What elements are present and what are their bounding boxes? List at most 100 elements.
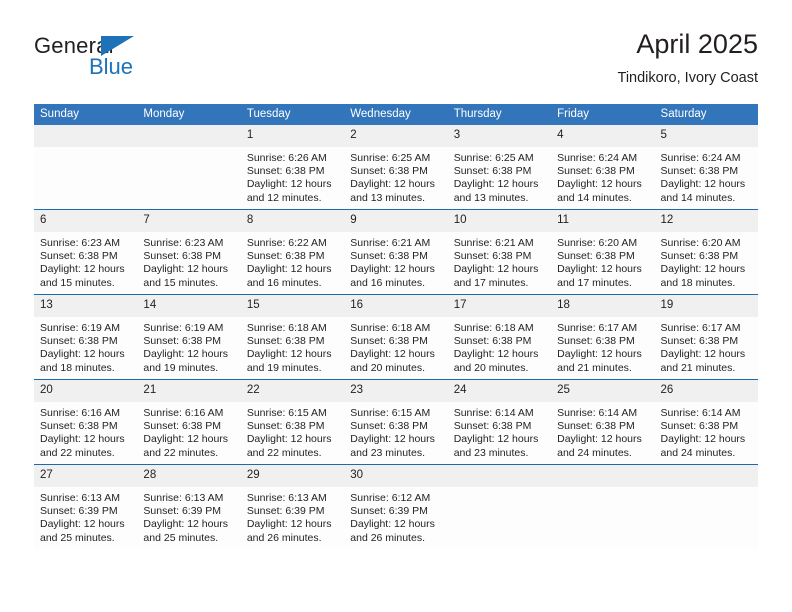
calendar-day-cell[interactable]: 7 Sunrise: 6:23 AM Sunset: 6:38 PM Daylight… xyxy=(137,209,241,295)
calendar-day-cell[interactable]: 23 Sunrise: 6:15 AM Sunset: 6:38 PM Dayligh… xyxy=(344,379,448,465)
sunrise-text: Sunrise: 6:14 AM xyxy=(453,407,534,419)
sunset-text: Sunset: 6:38 PM xyxy=(143,250,222,263)
calendar-day-cell[interactable]: 2 Sunrise: 6:25 AM Sunset: 6:38 PM Daylight… xyxy=(344,125,448,210)
day-number: 3 xyxy=(447,125,552,147)
calendar-day-cell[interactable]: 13 Sunrise: 6:19 AM Sunset: 6:38 PM Dayligh… xyxy=(34,294,138,380)
day-number xyxy=(551,465,655,487)
daylight-text-line2: and 18 minutes. xyxy=(660,276,736,289)
calendar-day-cell[interactable]: 28 Sunrise: 6:13 AM Sunset: 6:39 PM Dayligh… xyxy=(137,464,241,549)
calendar-day-cell[interactable]: 29 Sunrise: 6:13 AM Sunset: 6:39 PM Dayligh… xyxy=(240,464,345,549)
day-number: 30 xyxy=(344,465,448,487)
calendar-day-cell[interactable]: 22 Sunrise: 6:15 AM Sunset: 6:38 PM Dayligh… xyxy=(240,379,345,465)
calendar-day-cell[interactable]: 18 Sunrise: 6:17 AM Sunset: 6:38 PM Dayligh… xyxy=(551,294,655,380)
calendar-body: 1 Sunrise: 6:26 AM Sunset: 6:38 PM Daylight… xyxy=(34,125,758,549)
day-details: Sunrise: 6:14 AM Sunset: 6:38 PM Daylight:… xyxy=(448,402,551,460)
sunrise-text: Sunrise: 6:21 AM xyxy=(350,237,431,249)
day-details: Sunrise: 6:24 AM Sunset: 6:38 PM Daylight:… xyxy=(551,147,654,205)
calendar-day-cell[interactable]: 12 Sunrise: 6:20 AM Sunset: 6:38 PM Dayligh… xyxy=(654,209,758,295)
daylight-text-line1: Daylight: 12 hours xyxy=(143,518,229,531)
calendar-day-cell[interactable]: 4 Sunrise: 6:24 AM Sunset: 6:38 PM Daylight… xyxy=(551,125,655,210)
calendar-header-row: Sunday Monday Tuesday Wednesday Thursday… xyxy=(34,104,758,125)
daylight-text-line1: Daylight: 12 hours xyxy=(350,263,435,276)
daylight-text-line2: and 17 minutes. xyxy=(453,276,529,289)
sunrise-text: Sunrise: 6:15 AM xyxy=(350,407,431,419)
daylight-text-line2: and 26 minutes. xyxy=(350,531,425,544)
calendar-day-cell[interactable]: 5 Sunrise: 6:24 AM Sunset: 6:38 PM Daylight… xyxy=(654,125,758,210)
calendar-day-cell[interactable]: 6 Sunrise: 6:23 AM Sunset: 6:38 PM Daylight… xyxy=(34,209,138,295)
calendar-day-cell[interactable]: 10 Sunrise: 6:21 AM Sunset: 6:38 PM Dayligh… xyxy=(447,209,552,295)
daylight-text-line1: Daylight: 12 hours xyxy=(557,348,642,361)
sunset-text: Sunset: 6:39 PM xyxy=(246,505,325,518)
daylight-text-line1: Daylight: 12 hours xyxy=(660,348,746,361)
calendar-day-cell[interactable]: 1 Sunrise: 6:26 AM Sunset: 6:38 PM Daylight… xyxy=(240,125,345,210)
day-details: Sunrise: 6:17 AM Sunset: 6:38 PM Daylight:… xyxy=(655,317,758,375)
calendar-day-cell[interactable]: 30 Sunrise: 6:12 AM Sunset: 6:39 PM Dayligh… xyxy=(344,464,448,549)
calendar-day-cell[interactable]: 11 Sunrise: 6:20 AM Sunset: 6:38 PM Dayligh… xyxy=(551,209,655,295)
daylight-text-line1: Daylight: 12 hours xyxy=(557,433,642,446)
day-number xyxy=(447,465,552,487)
calendar-day-cell[interactable]: 27 Sunrise: 6:13 AM Sunset: 6:39 PM Dayligh… xyxy=(34,464,138,549)
daylight-text-line1: Daylight: 12 hours xyxy=(246,178,332,191)
sunrise-text: Sunrise: 6:18 AM xyxy=(350,322,431,334)
general-blue-logo[interactable]: General Blue xyxy=(34,34,244,90)
sunrise-text: Sunrise: 6:26 AM xyxy=(246,152,327,164)
sunrise-text: Sunrise: 6:17 AM xyxy=(660,322,741,334)
sunrise-text: Sunrise: 6:24 AM xyxy=(660,152,741,164)
calendar-cell-empty xyxy=(551,464,655,549)
daylight-text-line2: and 22 minutes. xyxy=(40,446,115,459)
calendar-page: General Blue April 2025 Tindikoro, Ivory… xyxy=(0,0,792,612)
day-details: Sunrise: 6:14 AM Sunset: 6:38 PM Daylight:… xyxy=(551,402,654,460)
sunset-text: Sunset: 6:38 PM xyxy=(40,335,118,348)
daylight-text-line1: Daylight: 12 hours xyxy=(246,263,332,276)
sunrise-text: Sunrise: 6:23 AM xyxy=(143,237,224,249)
sunrise-text: Sunrise: 6:14 AM xyxy=(557,407,638,419)
calendar-day-cell[interactable]: 17 Sunrise: 6:18 AM Sunset: 6:38 PM Dayligh… xyxy=(447,294,552,380)
sunset-text: Sunset: 6:38 PM xyxy=(143,335,222,348)
calendar-week-row: 13 Sunrise: 6:19 AM Sunset: 6:38 PM Dayligh… xyxy=(34,294,758,380)
daylight-text-line2: and 13 minutes. xyxy=(453,191,529,204)
sunrise-text: Sunrise: 6:13 AM xyxy=(246,492,327,504)
daylight-text-line1: Daylight: 12 hours xyxy=(350,178,435,191)
sunrise-text: Sunrise: 6:12 AM xyxy=(350,492,431,504)
daylight-text-line1: Daylight: 12 hours xyxy=(246,348,332,361)
daylight-text-line1: Daylight: 12 hours xyxy=(143,348,229,361)
calendar-day-cell[interactable]: 21 Sunrise: 6:16 AM Sunset: 6:38 PM Dayligh… xyxy=(137,379,241,465)
calendar-day-cell[interactable]: 9 Sunrise: 6:21 AM Sunset: 6:38 PM Daylight… xyxy=(344,209,448,295)
day-details: Sunrise: 6:13 AM Sunset: 6:39 PM Daylight:… xyxy=(34,487,137,545)
calendar-day-cell[interactable]: 24 Sunrise: 6:14 AM Sunset: 6:38 PM Dayligh… xyxy=(447,379,552,465)
calendar-cell-empty xyxy=(654,464,758,549)
sunset-text: Sunset: 6:38 PM xyxy=(453,250,532,263)
calendar-day-cell[interactable]: 15 Sunrise: 6:18 AM Sunset: 6:38 PM Dayligh… xyxy=(240,294,345,380)
calendar-day-cell[interactable]: 25 Sunrise: 6:14 AM Sunset: 6:38 PM Dayligh… xyxy=(551,379,655,465)
day-number: 16 xyxy=(344,295,448,317)
day-number: 6 xyxy=(34,210,138,232)
sunset-text: Sunset: 6:38 PM xyxy=(350,250,428,263)
sunset-text: Sunset: 6:38 PM xyxy=(453,420,532,433)
calendar-day-cell[interactable]: 14 Sunrise: 6:19 AM Sunset: 6:38 PM Dayligh… xyxy=(137,294,241,380)
calendar-day-cell[interactable]: 3 Sunrise: 6:25 AM Sunset: 6:38 PM Daylight… xyxy=(447,125,552,210)
day-details: Sunrise: 6:21 AM Sunset: 6:38 PM Daylight:… xyxy=(448,232,551,290)
day-number: 25 xyxy=(551,380,655,402)
day-number: 28 xyxy=(137,465,241,487)
calendar-cell-empty xyxy=(137,125,241,210)
daylight-text-line2: and 15 minutes. xyxy=(143,276,219,289)
day-details: Sunrise: 6:15 AM Sunset: 6:38 PM Daylight:… xyxy=(241,402,344,460)
day-number: 26 xyxy=(654,380,758,402)
weekday-header-thursday: Thursday xyxy=(447,104,552,125)
calendar-day-cell[interactable]: 8 Sunrise: 6:22 AM Sunset: 6:38 PM Daylight… xyxy=(240,209,345,295)
calendar-day-cell[interactable]: 20 Sunrise: 6:16 AM Sunset: 6:38 PM Dayligh… xyxy=(34,379,138,465)
daylight-text-line2: and 20 minutes. xyxy=(350,361,425,374)
day-details: Sunrise: 6:14 AM Sunset: 6:38 PM Daylight:… xyxy=(655,402,758,460)
sunset-text: Sunset: 6:38 PM xyxy=(40,420,118,433)
sunset-text: Sunset: 6:38 PM xyxy=(246,420,325,433)
day-number: 20 xyxy=(34,380,138,402)
day-details: Sunrise: 6:19 AM Sunset: 6:38 PM Daylight:… xyxy=(34,317,137,375)
calendar-day-cell[interactable]: 19 Sunrise: 6:17 AM Sunset: 6:38 PM Dayligh… xyxy=(654,294,758,380)
calendar-day-cell[interactable]: 26 Sunrise: 6:14 AM Sunset: 6:38 PM Dayligh… xyxy=(654,379,758,465)
daylight-text-line1: Daylight: 12 hours xyxy=(660,263,746,276)
sunrise-text: Sunrise: 6:16 AM xyxy=(40,407,120,419)
sunrise-text: Sunrise: 6:25 AM xyxy=(350,152,431,164)
day-details: Sunrise: 6:21 AM Sunset: 6:38 PM Daylight:… xyxy=(344,232,447,290)
calendar-day-cell[interactable]: 16 Sunrise: 6:18 AM Sunset: 6:38 PM Dayligh… xyxy=(344,294,448,380)
daylight-text-line2: and 16 minutes. xyxy=(350,276,425,289)
